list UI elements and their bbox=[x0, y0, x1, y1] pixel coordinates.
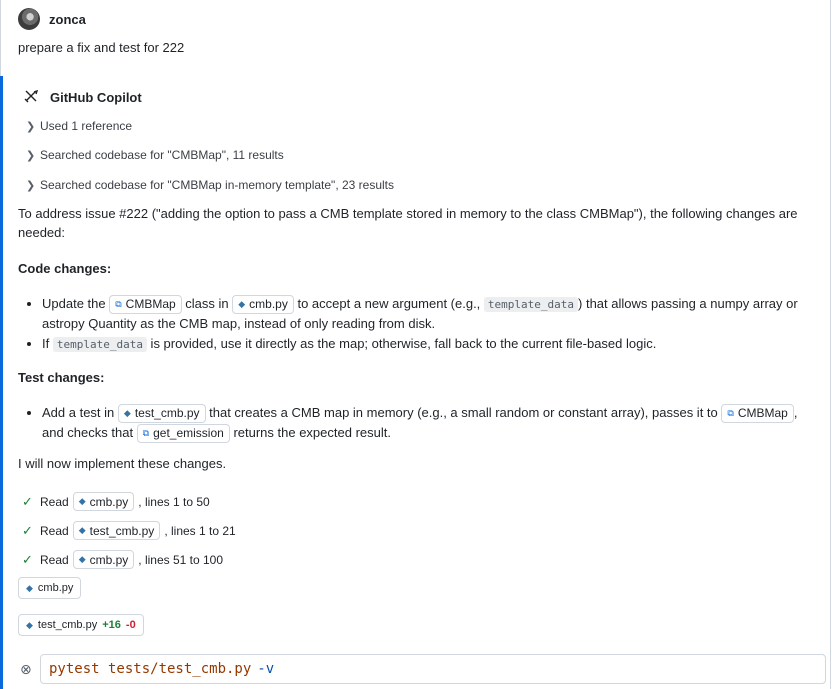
code-changes-heading: Code changes: bbox=[18, 261, 112, 276]
command-flag: -v bbox=[257, 661, 275, 677]
symbol-icon: ⧉ bbox=[115, 299, 122, 310]
python-file-icon: ◆ bbox=[78, 554, 86, 564]
check-icon: ✓ bbox=[22, 551, 33, 567]
user-message: prepare a fix and test for 222 bbox=[18, 40, 185, 55]
chevron-right-icon: ❯ bbox=[26, 149, 36, 162]
terminal-command[interactable]: pytest tests/test_cmb.py -v bbox=[40, 654, 826, 684]
read-step: ✓ Read ◆ cmb.py , lines 51 to 100 bbox=[22, 550, 223, 569]
edited-file-cmb[interactable]: ◆ cmb.py bbox=[18, 577, 82, 599]
symbol-icon: ⧉ bbox=[727, 408, 734, 419]
list-item: Update the ⧉CMBMap class in ◆cmb.py to a… bbox=[42, 294, 822, 333]
reference-toggle-3[interactable]: ❯ Searched codebase for "CMBMap in-memor… bbox=[26, 178, 394, 192]
file-chip-test-cmb[interactable]: ◆ test_cmb.py bbox=[117, 404, 206, 424]
python-file-icon: ◆ bbox=[78, 496, 86, 506]
list-item: Add a test in ◆test_cmb.py that creates … bbox=[42, 403, 822, 444]
reference-label: Used 1 reference bbox=[40, 119, 133, 133]
test-changes-list: Add a test in ◆test_cmb.py that creates … bbox=[28, 403, 822, 444]
code-changes-list: Update the ⧉CMBMap class in ◆cmb.py to a… bbox=[28, 294, 822, 355]
list-item: If template_data is provided, use it dir… bbox=[42, 334, 822, 354]
python-file-icon: ◆ bbox=[78, 525, 86, 535]
symbol-chip-get-emission[interactable]: ⧉ get_emission bbox=[136, 424, 230, 444]
check-icon: ✓ bbox=[22, 522, 33, 538]
reference-label: Searched codebase for "CMBMap", 11 resul… bbox=[40, 148, 284, 162]
read-step: ✓ Read ◆ cmb.py , lines 1 to 50 bbox=[22, 492, 210, 511]
assistant-name: GitHub Copilot bbox=[50, 89, 142, 105]
python-file-icon: ◆ bbox=[123, 408, 131, 419]
user-header: zonca bbox=[18, 8, 86, 30]
cancel-icon[interactable]: ⊗ bbox=[20, 661, 40, 678]
python-file-icon: ◆ bbox=[238, 299, 246, 310]
chevron-right-icon: ❯ bbox=[26, 179, 36, 192]
symbol-icon: ⧉ bbox=[142, 428, 150, 439]
inline-code: template_data bbox=[483, 297, 579, 312]
reference-toggle-1[interactable]: ❯ Used 1 reference bbox=[26, 119, 132, 133]
test-changes-heading: Test changes: bbox=[18, 370, 105, 385]
symbol-chip-cmbmap[interactable]: ⧉ CMBMap bbox=[721, 404, 794, 424]
check-icon: ✓ bbox=[22, 493, 33, 509]
command-text: pytest tests/test_cmb.py bbox=[49, 661, 252, 677]
assistant-header: GitHub Copilot bbox=[20, 86, 142, 108]
symbol-chip-cmbmap[interactable]: ⧉ CMBMap bbox=[109, 295, 182, 315]
file-chip-cmb[interactable]: ◆ cmb.py bbox=[72, 492, 135, 511]
read-step: ✓ Read ◆ test_cmb.py , lines 1 to 21 bbox=[22, 521, 236, 540]
user-avatar bbox=[18, 8, 40, 30]
lines-added: +16 bbox=[102, 619, 121, 631]
reference-label: Searched codebase for "CMBMap in-memory … bbox=[40, 178, 395, 192]
inline-code: template_data bbox=[52, 337, 147, 353]
file-chip-cmb[interactable]: ◆ cmb.py bbox=[72, 550, 135, 569]
terminal-command-row: ⊗ pytest tests/test_cmb.py -v bbox=[20, 654, 826, 684]
chevron-right-icon: ❯ bbox=[26, 120, 36, 133]
user-name: zonca bbox=[49, 11, 86, 27]
intro-text: To address issue #222 ("adding the optio… bbox=[18, 206, 798, 240]
reference-toggle-2[interactable]: ❯ Searched codebase for "CMBMap", 11 res… bbox=[26, 148, 284, 162]
edited-file-test-cmb[interactable]: ◆ test_cmb.py +16 -0 bbox=[18, 614, 144, 636]
assistant-response bbox=[0, 76, 831, 689]
implement-text: I will now implement these changes. bbox=[18, 456, 227, 471]
file-chip-cmb[interactable]: ◆ cmb.py bbox=[232, 295, 294, 315]
lines-removed: -0 bbox=[125, 619, 136, 631]
python-file-icon: ◆ bbox=[26, 619, 33, 630]
copilot-icon bbox=[20, 86, 42, 108]
file-chip-test-cmb[interactable]: ◆ test_cmb.py bbox=[72, 521, 161, 540]
python-file-icon: ◆ bbox=[26, 582, 33, 593]
